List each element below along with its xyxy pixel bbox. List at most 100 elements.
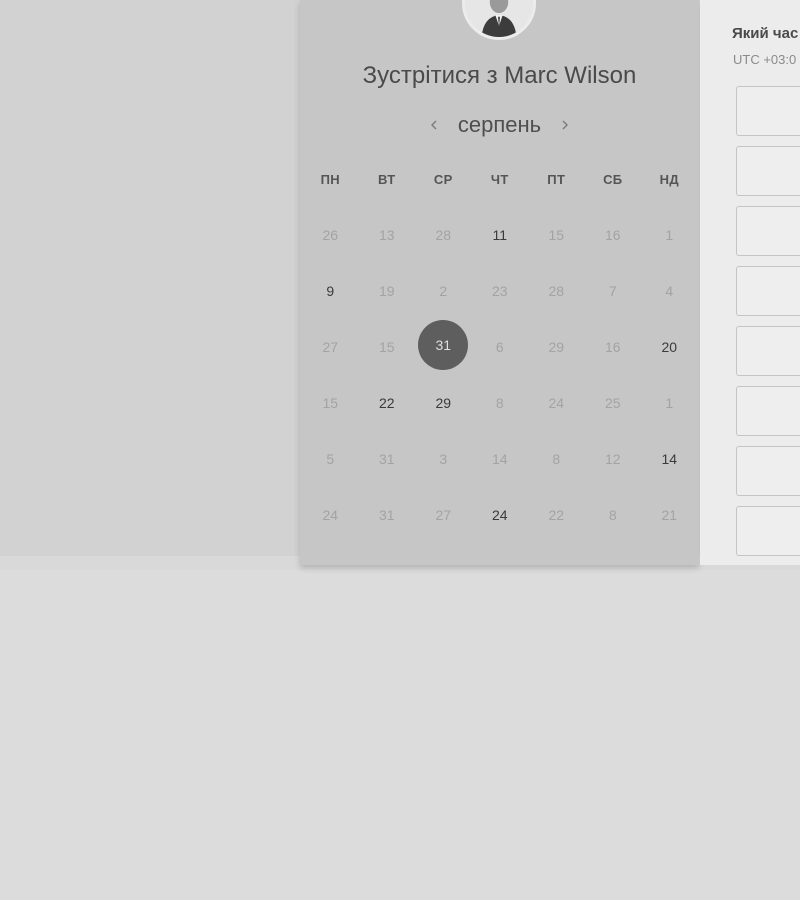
- day-number: 24: [322, 507, 339, 523]
- time-slot-button[interactable]: [736, 326, 800, 376]
- calendar-day: 29: [528, 319, 585, 375]
- calendar-day: 28: [415, 207, 472, 263]
- calendar-day: 15: [528, 207, 585, 263]
- calendar-day: 16: [585, 319, 642, 375]
- avatar-icon: [465, 0, 533, 37]
- time-slot-button[interactable]: [736, 266, 800, 316]
- calendar-day: 7: [585, 263, 642, 319]
- time-slot-button[interactable]: [736, 146, 800, 196]
- day-number: 12: [604, 451, 621, 467]
- day-number: 29: [548, 339, 565, 355]
- calendar-day: 12: [585, 431, 642, 487]
- selected-day[interactable]: 31: [415, 319, 472, 375]
- chevron-left-icon[interactable]: [424, 115, 444, 135]
- timezone-label[interactable]: UTC +03:0: [733, 52, 796, 67]
- day-number: 24: [548, 395, 565, 411]
- calendar-day: 8: [472, 375, 529, 431]
- day-number: 20: [661, 339, 678, 355]
- day-number: 25: [604, 395, 621, 411]
- calendar-day: 27: [415, 487, 472, 543]
- calendar-day: 14: [472, 431, 529, 487]
- calendar-day: 24: [528, 375, 585, 431]
- days-grid: 26 13 28 11 15 16 1 9 19 2 23 28 7 4 27 15 31 6 29 16 20 15 22…: [302, 207, 698, 543]
- day-number: 31: [378, 451, 395, 467]
- calendar-day: 1: [641, 207, 698, 263]
- calendar-day: 3: [415, 431, 472, 487]
- calendar-day: 4: [641, 263, 698, 319]
- time-question: Який час: [732, 25, 799, 42]
- time-slot-button[interactable]: [736, 386, 800, 436]
- calendar-day: 23: [472, 263, 529, 319]
- available-day[interactable]: 11: [472, 207, 529, 263]
- calendar-day: 27: [302, 319, 359, 375]
- day-number: 13: [378, 227, 395, 243]
- day-number: 29: [435, 395, 452, 411]
- day-number: 15: [378, 339, 395, 355]
- day-number: 28: [435, 227, 452, 243]
- day-number: 9: [326, 283, 335, 299]
- weekday-header: ПН ВТ СР ЧТ ПТ СБ НД: [302, 172, 698, 190]
- day-number: 4: [665, 283, 674, 299]
- day-number: 1: [665, 395, 674, 411]
- day-number: 15: [548, 227, 565, 243]
- available-day[interactable]: 29: [415, 375, 472, 431]
- day-number: 1: [665, 227, 674, 243]
- month-navigation: серпень: [300, 110, 699, 140]
- day-number: 21: [661, 507, 678, 523]
- calendar-day: 19: [359, 263, 416, 319]
- time-slot-button[interactable]: [736, 86, 800, 136]
- day-number: 22: [548, 507, 565, 523]
- day-number: 28: [548, 283, 565, 299]
- available-day[interactable]: 20: [641, 319, 698, 375]
- chevron-right-icon[interactable]: [555, 115, 575, 135]
- time-slot-button[interactable]: [736, 446, 800, 496]
- time-panel: Який час UTC +03:0: [700, 0, 800, 565]
- day-number: 8: [608, 507, 617, 523]
- weekday-label: ВТ: [378, 172, 396, 187]
- calendar-day: 8: [585, 487, 642, 543]
- available-day[interactable]: 22: [359, 375, 416, 431]
- calendar-day: 24: [302, 487, 359, 543]
- weekday-label: СР: [433, 172, 453, 187]
- day-number: 2: [439, 283, 448, 299]
- day-number: 31: [378, 507, 395, 523]
- day-number: 26: [322, 227, 339, 243]
- calendar-day: 22: [528, 487, 585, 543]
- day-number: 24: [491, 507, 508, 523]
- weekday-label: ЧТ: [490, 172, 509, 187]
- available-day[interactable]: 24: [472, 487, 529, 543]
- weekday-label: НД: [659, 172, 679, 187]
- day-number: 22: [378, 395, 395, 411]
- time-slot-button[interactable]: [736, 206, 800, 256]
- day-number: 31: [418, 320, 469, 370]
- calendar-day: 28: [528, 263, 585, 319]
- day-number: 14: [661, 451, 678, 467]
- calendar-card: Зустрітися з Marc Wilson серпень ПН ВТ С…: [300, 0, 699, 565]
- day-number: 3: [439, 451, 448, 467]
- weekday-label: ПН: [320, 172, 340, 187]
- calendar-day: 8: [528, 431, 585, 487]
- calendar-day: 5: [302, 431, 359, 487]
- time-slot-button[interactable]: [736, 506, 800, 556]
- calendar-day: 1: [641, 375, 698, 431]
- available-day[interactable]: 14: [641, 431, 698, 487]
- calendar-day: 15: [359, 319, 416, 375]
- day-number: 8: [552, 451, 561, 467]
- day-number: 5: [326, 451, 335, 467]
- meeting-title: Зустрітися з Marc Wilson: [362, 62, 637, 89]
- calendar-day: 21: [641, 487, 698, 543]
- weekday-label: СБ: [603, 172, 623, 187]
- day-number: 16: [604, 227, 621, 243]
- calendar-day: 15: [302, 375, 359, 431]
- calendar-day: 2: [415, 263, 472, 319]
- day-number: 14: [491, 451, 508, 467]
- calendar-day: 31: [359, 487, 416, 543]
- calendar-day: 26: [302, 207, 359, 263]
- calendar-day: 25: [585, 375, 642, 431]
- calendar-day: 6: [472, 319, 529, 375]
- available-day[interactable]: 9: [302, 263, 359, 319]
- day-number: 19: [378, 283, 395, 299]
- day-number: 11: [492, 227, 508, 243]
- day-number: 16: [604, 339, 621, 355]
- day-number: 27: [435, 507, 452, 523]
